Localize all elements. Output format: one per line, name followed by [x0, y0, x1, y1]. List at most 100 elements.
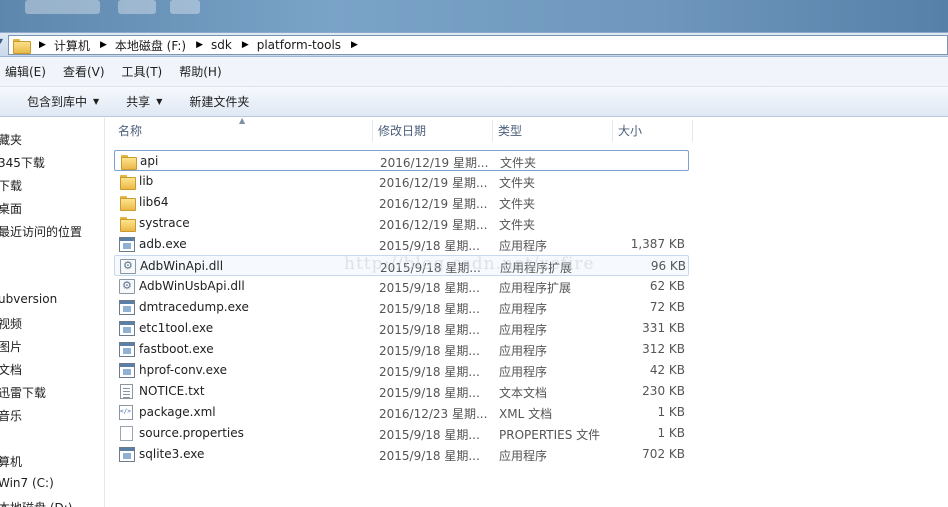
column-divider[interactable]	[692, 120, 693, 142]
breadcrumb-item-sdk[interactable]: sdk	[211, 38, 232, 52]
file-date: 2015/9/18 星期...	[379, 428, 480, 442]
file-name: dmtracedump.exe	[139, 300, 249, 314]
file-row[interactable]: source.properties 2015/9/18 星期... PROPERTI…	[114, 423, 689, 444]
file-row[interactable]: systrace 2016/12/19 星期... 文件夹	[114, 213, 689, 234]
nav-item-pictures[interactable]: 图片	[0, 338, 22, 355]
file-row[interactable]: etc1tool.exe 2015/9/18 星期... 应用程序 331 KB	[114, 318, 689, 339]
file-type: 文件夹	[500, 156, 537, 170]
column-header-size[interactable]: 大小	[612, 118, 692, 144]
file-row[interactable]: package.xml 2016/12/23 星期... XML 文档 1 KB	[114, 402, 689, 423]
file-name: fastboot.exe	[139, 342, 214, 356]
nav-item-desktop[interactable]: 桌面	[0, 200, 22, 217]
column-header-date[interactable]: 修改日期	[372, 118, 492, 144]
file-row[interactable]: hprof-conv.exe 2015/9/18 星期... 应用程序 42 KB	[114, 360, 689, 381]
file-row[interactable]: AdbWinUsbApi.dll 2015/9/18 星期... 应用程序扩展 62 …	[114, 276, 689, 297]
chevron-right-icon[interactable]: ▶	[100, 40, 107, 50]
file-name: hprof-conv.exe	[139, 363, 227, 377]
folder-icon	[120, 154, 137, 170]
file-row[interactable]: AdbWinApi.dll 2015/9/18 星期... 应用程序扩展 96 KB	[114, 255, 689, 276]
file-size: 1,387 KB	[630, 237, 685, 251]
file-size: 1 KB	[657, 405, 685, 419]
file-row[interactable]: adb.exe 2015/9/18 星期... 应用程序 1,387 KB	[114, 234, 689, 255]
menu-view[interactable]: 查看(V)	[63, 63, 105, 80]
chevron-right-icon[interactable]: ▶	[242, 40, 249, 50]
breadcrumb-item-platform-tools[interactable]: platform-tools	[257, 38, 341, 52]
breadcrumb-item-drive[interactable]: 本地磁盘 (F:)	[115, 37, 186, 54]
file-name: AdbWinApi.dll	[140, 259, 224, 273]
file-name: api	[140, 154, 159, 168]
file-date: 2015/9/18 星期...	[379, 449, 480, 463]
nav-item-2345-downloads[interactable]: 345下载	[0, 154, 45, 171]
folder-icon	[119, 195, 136, 211]
menu-tools[interactable]: 工具(T)	[122, 63, 163, 80]
file-type: 应用程序	[499, 344, 548, 358]
file-row[interactable]: dmtracedump.exe 2015/9/18 星期... 应用程序 72 KB	[114, 297, 689, 318]
breadcrumb-item-computer[interactable]: 计算机	[54, 37, 90, 54]
file-type: 应用程序	[499, 365, 548, 379]
new-folder-button[interactable]: 新建文件夹	[189, 93, 249, 110]
exe-file-icon	[119, 237, 135, 252]
share-button[interactable]: 共享 ▼	[126, 93, 162, 110]
file-name: lib64	[139, 195, 169, 209]
file-size: 702 KB	[642, 447, 685, 461]
nav-item-computer[interactable]: 算机	[0, 453, 22, 470]
nav-item-drive-c[interactable]: Win7 (C:)	[0, 476, 54, 490]
include-in-library-button[interactable]: 包含到库中 ▼	[27, 93, 99, 110]
column-header-type[interactable]: 类型	[492, 118, 612, 144]
file-type: 应用程序	[499, 302, 548, 316]
file-row[interactable]: NOTICE.txt 2015/9/18 星期... 文本文档 230 KB	[114, 381, 689, 402]
file-type: XML 文档	[499, 407, 553, 421]
nav-item-thunder-downloads[interactable]: 迅雷下载	[0, 384, 46, 401]
command-bar: 包含到库中 ▼ 共享 ▼ 新建文件夹	[0, 87, 948, 117]
file-file-icon	[120, 426, 133, 441]
address-bar[interactable]: ▾ ▶ 计算机 ▶ 本地磁盘 (F:) ▶ sdk ▶ platform-too…	[0, 32, 948, 57]
dll-file-icon	[120, 259, 136, 274]
file-size: 230 KB	[642, 384, 685, 398]
file-date: 2015/9/18 星期...	[379, 344, 480, 358]
file-size: 72 KB	[649, 300, 685, 314]
nav-item-favorites[interactable]: 藏夹	[0, 131, 22, 148]
address-box[interactable]: ▶ 计算机 ▶ 本地磁盘 (F:) ▶ sdk ▶ platform-tools…	[8, 35, 948, 55]
nav-item-downloads[interactable]: 下载	[0, 177, 22, 194]
exe-file-icon	[119, 321, 135, 336]
chevron-right-icon[interactable]: ▶	[39, 40, 46, 50]
file-row[interactable]: lib 2016/12/19 星期... 文件夹	[114, 171, 689, 192]
navigation-pane: 藏夹 345下载 下载 桌面 最近访问的位置 ubversion 视频 图片 文…	[0, 118, 105, 507]
xml-file-icon	[119, 405, 133, 420]
nav-item-documents[interactable]: 文档	[0, 361, 22, 378]
chevron-right-icon[interactable]: ▶	[196, 40, 203, 50]
window-title-bar	[0, 0, 948, 32]
file-row[interactable]: sqlite3.exe 2015/9/18 星期... 应用程序 702 KB	[114, 444, 689, 465]
file-size: 331 KB	[642, 321, 685, 335]
title-bar-blur	[118, 0, 156, 14]
file-type: 文件夹	[499, 218, 536, 232]
file-row[interactable]: lib64 2016/12/19 星期... 文件夹	[114, 192, 689, 213]
file-name: adb.exe	[139, 237, 187, 251]
folder-icon	[119, 174, 136, 190]
file-list: ▲ 名称 修改日期 类型 大小 api 2016/12/19 星期... 文件夹 li…	[106, 116, 948, 507]
column-header-name[interactable]: 名称	[112, 118, 372, 144]
menu-edit[interactable]: 编辑(E)	[5, 63, 46, 80]
txt-file-icon	[120, 384, 133, 399]
file-type: 应用程序	[499, 323, 548, 337]
file-type: 应用程序扩展	[499, 281, 572, 295]
file-type: 文本文档	[499, 386, 548, 400]
nav-dropdown-icon[interactable]: ▾	[0, 36, 8, 50]
chevron-down-icon: ▼	[156, 97, 163, 106]
file-date: 2015/9/18 星期...	[379, 386, 480, 400]
nav-item-drive-d[interactable]: 本地磁盘 (D:)	[0, 499, 72, 507]
breadcrumb: ▶ 计算机 ▶ 本地磁盘 (F:) ▶ sdk ▶ platform-tools…	[29, 36, 366, 54]
nav-item-recent-places[interactable]: 最近访问的位置	[0, 223, 82, 240]
file-row[interactable]: api 2016/12/19 星期... 文件夹	[114, 150, 689, 171]
nav-item-music[interactable]: 音乐	[0, 407, 22, 424]
menu-help[interactable]: 帮助(H)	[179, 63, 221, 80]
nav-item-subversion[interactable]: ubversion	[0, 292, 57, 306]
chevron-right-icon[interactable]: ▶	[351, 40, 358, 50]
file-name: AdbWinUsbApi.dll	[139, 279, 245, 293]
chevron-down-icon: ▼	[93, 97, 100, 106]
file-name: sqlite3.exe	[139, 447, 205, 461]
file-size: 42 KB	[649, 363, 685, 377]
menu-bar: 编辑(E) 查看(V) 工具(T) 帮助(H)	[0, 57, 948, 87]
file-row[interactable]: fastboot.exe 2015/9/18 星期... 应用程序 312 KB	[114, 339, 689, 360]
nav-item-videos[interactable]: 视频	[0, 315, 22, 332]
